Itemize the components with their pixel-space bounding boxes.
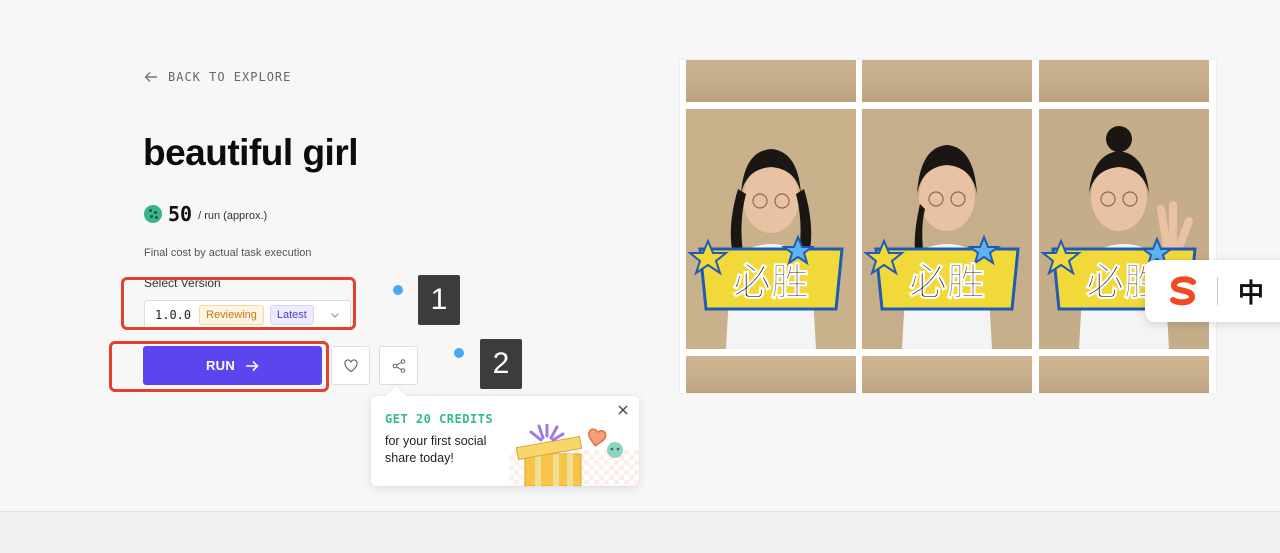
run-button[interactable]: RUN (143, 346, 322, 385)
gallery-tile: 必胜 (686, 109, 856, 349)
sogou-logo-icon (1170, 276, 1196, 306)
ime-divider (1217, 277, 1218, 305)
reviewing-badge: Reviewing (199, 304, 264, 325)
final-cost-note: Final cost by actual task execution (144, 247, 312, 259)
gallery-tile (686, 60, 856, 102)
gallery-tile: 必胜 (862, 109, 1032, 349)
share-button[interactable] (379, 346, 418, 385)
marker-dot-2 (454, 348, 464, 358)
girl-photo-icon: 必胜 (686, 109, 856, 349)
gallery-tile (686, 356, 856, 393)
credit-coin-icon (144, 205, 162, 223)
heart-icon (343, 358, 358, 372)
sign-text: 必胜 (909, 260, 985, 304)
arrow-left-icon (144, 72, 157, 82)
close-icon[interactable] (617, 404, 629, 416)
version-select[interactable]: 1.0.0 Reviewing Latest (144, 300, 351, 329)
latest-badge: Latest (269, 304, 314, 325)
back-label: BACK TO EXPLORE (168, 70, 292, 84)
back-to-explore-link[interactable]: BACK TO EXPLORE (144, 70, 291, 84)
gallery-tile (1039, 60, 1209, 102)
share-promo-popover: GET 20 CREDITS for your first social sha… (371, 396, 639, 486)
example-gallery: 必胜 必胜 必胜 (680, 60, 1216, 393)
cost-unit: / run (approx.) (198, 210, 268, 222)
annotation-marker-1: 1 (418, 275, 460, 325)
marker-dot-1 (393, 285, 403, 295)
ime-toolbar[interactable]: 中 (1145, 260, 1280, 322)
girl-photo-icon: 必胜 (862, 109, 1032, 349)
annotation-marker-2: 2 (480, 339, 522, 389)
gallery-tile (862, 60, 1032, 102)
sign-text: 必胜 (733, 260, 809, 304)
page-title: beautiful girl (143, 132, 359, 173)
cost-amount: 50 (168, 202, 193, 226)
arrow-right-icon (246, 360, 259, 371)
gallery-tile (862, 356, 1032, 393)
promo-title: GET 20 CREDITS (385, 412, 494, 426)
ime-mode-label[interactable]: 中 (1238, 273, 1264, 310)
promo-text: for your first social share today! (385, 434, 487, 465)
share-icon (392, 358, 405, 373)
chevron-down-icon (331, 312, 339, 318)
price-row: 50 / run (approx.) (144, 202, 267, 226)
favorite-button[interactable] (331, 346, 370, 385)
bottom-bar (0, 511, 1280, 553)
select-version-label: Select Version (144, 276, 221, 290)
run-label: RUN (205, 358, 236, 373)
gift-illustration-icon (515, 424, 623, 486)
gallery-tile (1039, 356, 1209, 393)
version-value: 1.0.0 (155, 307, 192, 322)
